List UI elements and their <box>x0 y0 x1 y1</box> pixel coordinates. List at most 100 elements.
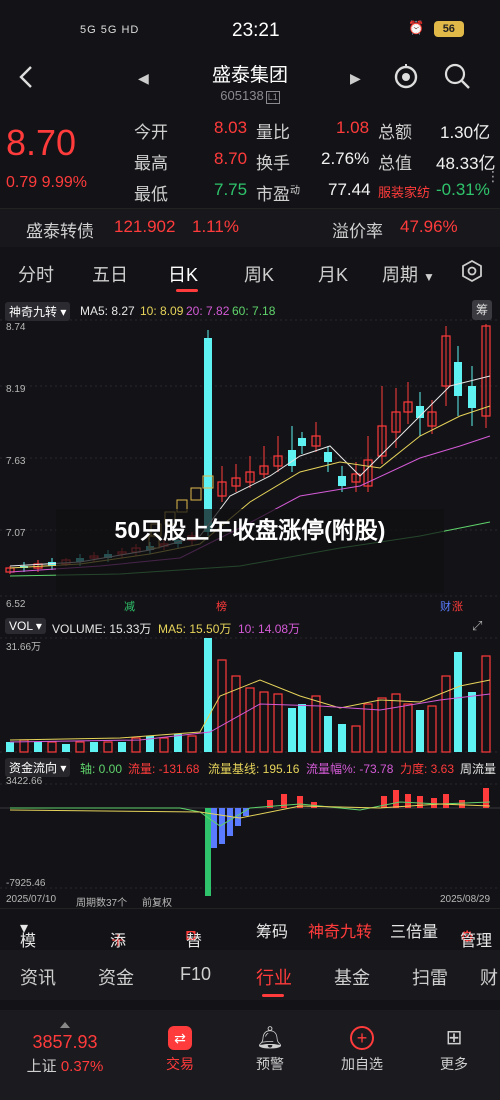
bond-pct: 1.11% <box>192 217 239 236</box>
expand-icon[interactable]: ⤢ <box>472 618 482 634</box>
volume-bar <box>34 742 42 752</box>
nav-alert[interactable]: 🔔︎ 预警 <box>240 1026 300 1074</box>
flow-axis-legend: 轴: 0.00 <box>80 762 123 776</box>
volume-bar <box>187 735 197 753</box>
nav-more[interactable]: ⊞ 更多 <box>424 1026 484 1074</box>
flow-bar-up <box>381 796 387 808</box>
news-overlay-banner[interactable]: 50只股上午收盘涨停(附股) <box>56 509 444 593</box>
open-label: 今开 <box>134 123 168 142</box>
tab-intraday[interactable]: 分时 <box>18 261 54 287</box>
premium-label: 溢价率 <box>332 222 383 241</box>
candle-body <box>298 438 306 446</box>
tab-minesweeper[interactable]: 扫雷 <box>412 964 448 990</box>
tab-funds[interactable]: 资金 <box>98 964 134 990</box>
tab-news[interactable]: 资讯 <box>20 964 56 990</box>
event-badge-list[interactable]: 榜 <box>216 598 227 614</box>
ma10-legend: 10: 8.09 <box>140 304 184 318</box>
bottom-nav: 3857.93 上证 0.37% ⇄ 交易 🔔︎ 预警 + 加自选 ⊞ 更多 <box>0 1010 500 1100</box>
robot-assistant-icon[interactable] <box>392 62 420 90</box>
clock: 23:21 <box>232 20 280 41</box>
sector-name[interactable]: 服装家纺 <box>378 182 430 201</box>
pe-label: 市盈动 <box>256 185 300 204</box>
tab-finance[interactable]: 财 <box>480 964 498 990</box>
tab-fund[interactable]: 基金 <box>334 964 370 990</box>
flow-indicator-select[interactable]: 资金流向 ▾ <box>5 758 71 777</box>
event-badge-rise[interactable]: 涨 <box>452 598 463 614</box>
ma5-legend: MA5: 8.27 <box>80 304 135 318</box>
flow-amplitude-legend: 流量幅%: -73.78 <box>306 762 394 776</box>
tab-daily-k[interactable]: 日K <box>168 261 198 287</box>
alarm-icon: ⏰ <box>408 20 425 35</box>
volume-bar <box>118 742 126 752</box>
date-start: 2025/07/10 <box>6 894 57 905</box>
chip-button[interactable]: 筹 <box>472 300 492 320</box>
ma20-legend: 20: 7.82 <box>186 304 230 318</box>
flow-bar-up <box>431 798 437 808</box>
tab-monthly-k[interactable]: 月K <box>318 261 348 287</box>
volume-bar <box>217 659 227 753</box>
candle-body <box>454 362 462 396</box>
index-value: 3857.93 <box>32 1032 98 1052</box>
date-end: 2025/08/29 <box>440 894 491 905</box>
candle-body <box>204 338 212 532</box>
turnover-value: 2.76% <box>321 149 370 168</box>
high-label: 最高 <box>134 154 168 173</box>
template-button[interactable]: 模板 ▾ <box>20 918 36 974</box>
nav-trade[interactable]: ⇄ 交易 <box>150 1026 210 1074</box>
flow-bar-up <box>417 796 423 808</box>
volume-bar <box>62 744 70 752</box>
volume-bar <box>441 675 451 753</box>
settings-icon[interactable] <box>460 259 484 283</box>
bell-icon: 🔔︎ <box>256 1025 284 1050</box>
volume-bar <box>90 742 98 752</box>
next-stock-icon[interactable]: ▶ <box>350 70 361 87</box>
more-dots-icon[interactable]: ⋮ <box>486 169 500 183</box>
status-bar: 5G 5G HD 23:21 ⏰ 56 <box>0 0 500 56</box>
dropdown-icon: ▼ <box>423 270 435 284</box>
stock-code: 605138 L1 <box>220 88 280 104</box>
volume-bar <box>273 693 283 753</box>
event-badge-finance[interactable]: 财 <box>440 598 451 614</box>
tab-f10[interactable]: F10 <box>180 964 211 985</box>
triple-volume-button[interactable]: 三倍量 <box>390 918 438 942</box>
price-axis-bottom: 6.52 <box>6 599 26 610</box>
volume-bar <box>245 687 255 753</box>
vol-indicator-select[interactable]: VOL ▾ <box>5 618 46 634</box>
flow-strength-legend: 力度: 3.63 <box>400 762 455 776</box>
flow-bar-down <box>205 808 211 896</box>
volume-bar <box>427 705 437 753</box>
volume-bar <box>338 724 346 752</box>
ma60-legend: 60: 7.18 <box>232 304 276 318</box>
tab-five-day[interactable]: 五日 <box>92 261 128 287</box>
high-value: 8.70 <box>214 149 248 168</box>
tab-period[interactable]: 周期 ▼ <box>382 261 435 287</box>
index-ticker[interactable]: 3857.93 上证 0.37% <box>10 1022 120 1076</box>
volume-bar <box>416 710 424 752</box>
kline-chart-area[interactable]: 神奇九转 ▾ MA5: 8.27 10: 8.09 20: 7.82 60: 7… <box>0 296 500 916</box>
nine-turn-marker <box>190 487 202 501</box>
volume-bar <box>159 737 169 753</box>
convertible-bond-row[interactable]: 盛泰转债 121.902 1.11% 溢价率 47.96% <box>0 209 500 247</box>
search-icon[interactable] <box>443 62 471 90</box>
network-icons: 5G 5G HD <box>80 24 140 36</box>
premium-value: 47.96% <box>400 217 458 236</box>
expand-up-icon <box>60 1022 70 1028</box>
chips-button[interactable]: 筹码 <box>256 918 288 942</box>
nine-turn-button[interactable]: 神奇九转 <box>308 918 372 942</box>
candle-body <box>338 476 346 486</box>
tab-weekly-k[interactable]: 周K <box>244 261 274 287</box>
price-axis-top: 8.74 <box>6 322 26 333</box>
period-count: 周期数37个 <box>76 898 128 909</box>
main-indicator-select[interactable]: 神奇九转 ▾ <box>5 302 71 321</box>
tab-industry[interactable]: 行业 <box>256 964 292 990</box>
info-tabs: 资讯 资金 F10 行业 基金 扫雷 财 <box>0 950 500 1000</box>
chart-toolbar: 模板 ▾ ＋添加 ◘ 替换 筹码 神奇九转 三倍量 ⚙管理 <box>0 908 500 974</box>
volume-bar <box>298 704 306 752</box>
volume-bar <box>103 741 113 753</box>
nav-add-favorite[interactable]: + 加自选 <box>332 1026 392 1074</box>
kline-chart[interactable] <box>0 296 500 908</box>
open-value: 8.03 <box>214 118 248 137</box>
flow-legend: 流量: -131.68 <box>128 762 200 776</box>
event-badge-reduce[interactable]: 减 <box>124 598 135 614</box>
flow-axis-bottom: -7925.46 <box>6 878 46 889</box>
